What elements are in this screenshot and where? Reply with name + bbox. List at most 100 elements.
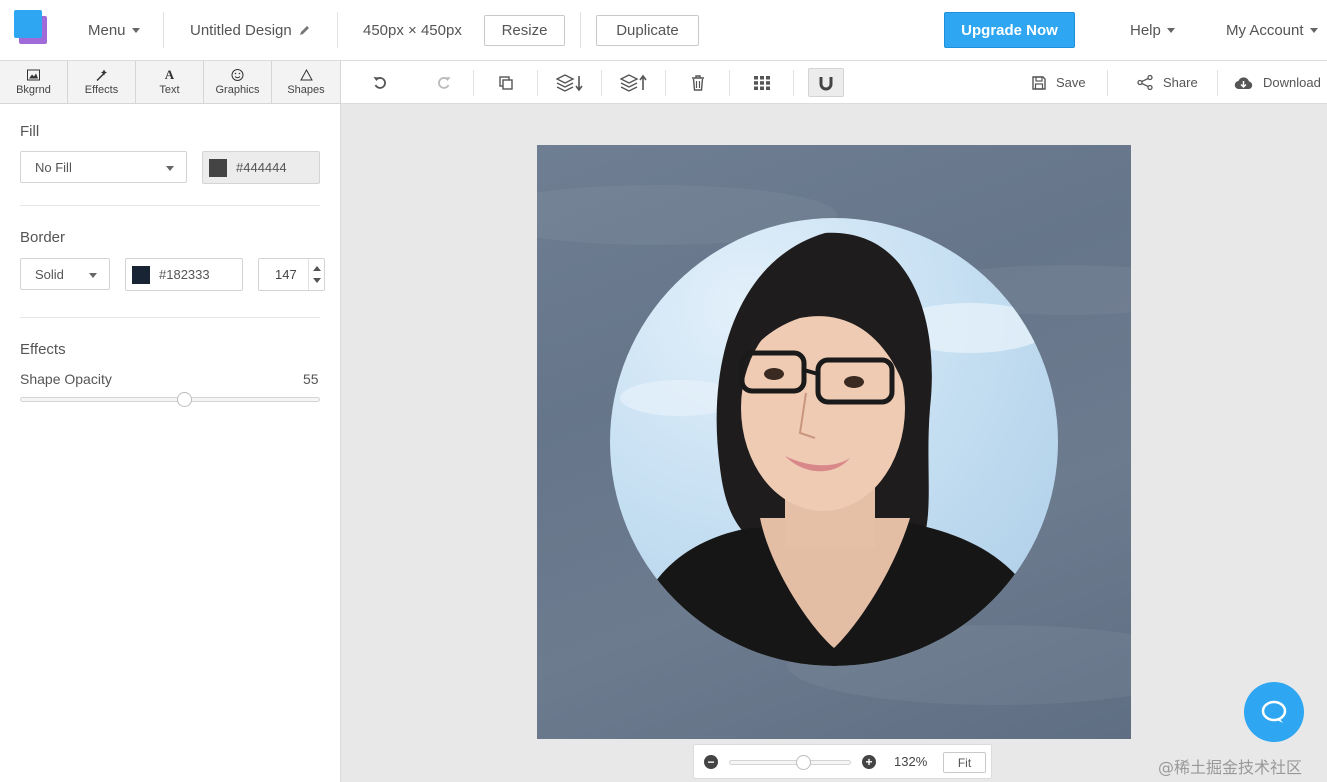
- zoom-in-button[interactable]: +: [862, 755, 876, 769]
- duplicate-label: Duplicate: [616, 22, 679, 39]
- opacity-slider-handle[interactable]: [177, 392, 192, 407]
- fill-color-hex: #444444: [236, 160, 287, 175]
- divider: [473, 70, 474, 96]
- delete-button[interactable]: [680, 68, 716, 97]
- tab-graphics-label: Graphics: [215, 84, 260, 96]
- dimensions-text: 450px × 450px: [363, 22, 462, 39]
- share-icon: [1137, 75, 1153, 90]
- border-width-stepper[interactable]: [308, 259, 324, 290]
- watermark-text: @稀土掘金技术社区: [1158, 758, 1303, 777]
- help-menu[interactable]: Help: [1130, 0, 1175, 61]
- logo-front-square: [14, 10, 42, 38]
- app-logo[interactable]: [14, 10, 48, 44]
- share-label: Share: [1163, 75, 1198, 90]
- image-icon: [27, 69, 40, 81]
- save-icon: [1032, 75, 1046, 90]
- undo-icon: [373, 76, 386, 89]
- border-style-select[interactable]: Solid: [20, 258, 110, 290]
- share-button[interactable]: Share: [1137, 61, 1198, 104]
- design-title-text: Untitled Design: [190, 22, 292, 39]
- opacity-slider[interactable]: [20, 392, 320, 407]
- upgrade-label: Upgrade Now: [961, 21, 1058, 39]
- text-icon: A: [164, 67, 175, 82]
- upgrade-button[interactable]: Upgrade Now: [944, 12, 1075, 48]
- grid-button[interactable]: [744, 68, 780, 97]
- chat-support-button[interactable]: [1244, 682, 1304, 742]
- bring-forward-button[interactable]: [616, 68, 652, 97]
- divider: [1217, 70, 1218, 96]
- chat-icon: [1261, 700, 1287, 723]
- divider: [163, 12, 164, 48]
- save-button[interactable]: Save: [1032, 61, 1086, 104]
- copy-icon: [499, 75, 513, 90]
- account-menu[interactable]: My Account: [1226, 0, 1318, 61]
- minus-icon: −: [707, 755, 715, 769]
- send-backward-button[interactable]: [552, 68, 588, 97]
- copy-button[interactable]: [488, 68, 524, 97]
- help-label: Help: [1130, 22, 1161, 39]
- account-label: My Account: [1226, 22, 1304, 39]
- duplicate-button[interactable]: Duplicate: [596, 15, 699, 46]
- divider: [601, 70, 602, 96]
- divider: [537, 70, 538, 96]
- design-canvas[interactable]: [537, 145, 1131, 739]
- divider: [665, 70, 666, 96]
- chevron-down-icon: [89, 273, 97, 278]
- save-label: Save: [1056, 75, 1086, 90]
- canvas-dimensions: 450px × 450px: [363, 0, 462, 61]
- chevron-down-icon: [1166, 28, 1175, 33]
- tab-bkgrnd-label: Bkgrnd: [16, 84, 51, 96]
- tab-graphics[interactable]: Graphics: [204, 61, 272, 103]
- fill-type-select[interactable]: No Fill: [20, 151, 187, 183]
- section-divider: [20, 205, 320, 206]
- divider: [580, 12, 581, 48]
- border-color-hex: #182333: [159, 267, 210, 282]
- grid-icon: [754, 75, 770, 90]
- zoom-slider[interactable]: [729, 755, 851, 770]
- stepper-down-icon[interactable]: [313, 278, 321, 283]
- edit-toolbar: Save Share Download: [341, 61, 1327, 104]
- chevron-down-icon: [131, 28, 140, 33]
- portrait-photo[interactable]: [610, 218, 1058, 666]
- border-color-field[interactable]: #182333: [125, 258, 243, 291]
- trash-icon: [692, 74, 704, 91]
- portrait-illustration: [620, 232, 1058, 666]
- divider: [337, 12, 338, 48]
- fill-title: Fill: [20, 123, 40, 140]
- snap-toggle-button[interactable]: [808, 68, 844, 97]
- divider: [729, 70, 730, 96]
- redo-icon: [438, 76, 451, 89]
- tab-shapes-label: Shapes: [287, 84, 325, 96]
- pencil-icon: [299, 26, 309, 35]
- resize-label: Resize: [501, 22, 548, 39]
- tool-tabs: Bkgrnd Effects A Text Graphics Shapes: [0, 61, 341, 104]
- zoom-slider-handle[interactable]: [796, 755, 811, 770]
- magnet-icon: [819, 76, 833, 90]
- download-label: Download: [1263, 75, 1321, 90]
- tab-bkgrnd[interactable]: Bkgrnd: [0, 61, 68, 103]
- properties-panel: Fill No Fill #444444 Border Solid #18233…: [0, 104, 341, 782]
- tab-shapes[interactable]: Shapes: [272, 61, 341, 103]
- divider: [793, 70, 794, 96]
- border-style-value: Solid: [35, 266, 64, 282]
- design-title[interactable]: Untitled Design: [190, 0, 311, 61]
- tab-text[interactable]: A Text: [136, 61, 204, 103]
- fill-color-field[interactable]: #444444: [202, 151, 320, 184]
- fit-button[interactable]: Fit: [943, 752, 986, 773]
- layers-up-icon: [620, 73, 647, 92]
- tab-effects[interactable]: Effects: [68, 61, 136, 103]
- redo-button[interactable]: [426, 68, 462, 97]
- fit-label: Fit: [957, 755, 972, 770]
- fill-type-value: No Fill: [35, 159, 72, 175]
- border-width-input[interactable]: 147: [258, 258, 325, 291]
- menu-button[interactable]: Menu: [88, 0, 140, 61]
- layers-down-icon: [556, 73, 583, 92]
- resize-button[interactable]: Resize: [484, 15, 565, 46]
- download-button[interactable]: Download: [1234, 61, 1321, 104]
- zoom-out-button[interactable]: −: [704, 755, 718, 769]
- stepper-up-icon[interactable]: [313, 266, 321, 271]
- zoom-controls: − + 132% Fit: [693, 744, 992, 779]
- zoom-percent: 132%: [894, 754, 928, 769]
- chevron-down-icon: [1309, 28, 1318, 33]
- undo-button[interactable]: [362, 68, 398, 97]
